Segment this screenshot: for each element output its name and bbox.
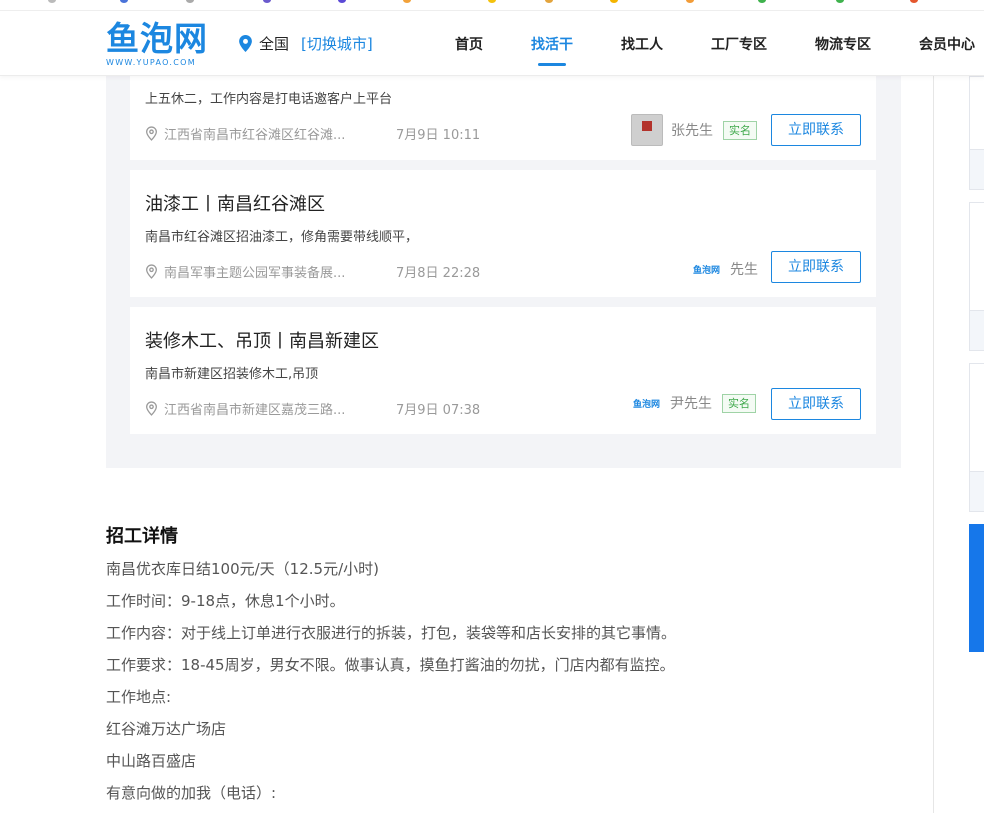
sidebar-card[interactable] <box>969 363 984 512</box>
browser-top-strip <box>0 0 984 11</box>
job-meta: 南昌军事主题公园军事装备展... 7月8日 22:28 <box>145 262 480 281</box>
verified-badge: 实名 <box>722 393 757 413</box>
nav-active-underline <box>538 63 566 66</box>
poster-info: 张先生 实名 <box>631 114 757 146</box>
details-line: 有意向做的加我（电话）: <box>106 784 277 802</box>
location-icon <box>146 264 157 279</box>
nav-factory-zone[interactable]: 工厂专区 <box>711 34 767 54</box>
nav-home[interactable]: 首页 <box>455 34 483 54</box>
logo-domain: WWW.YUPAO.COM <box>106 58 196 67</box>
yupao-mini-logo: 鱼泡网 <box>633 399 661 410</box>
poster-info: 鱼泡网 先生 <box>693 259 758 279</box>
job-card[interactable]: 油漆工丨南昌红谷滩区 南昌市红谷滩区招油漆工，修角需要带线顺平， 南昌军事主题公… <box>130 170 876 297</box>
sidebar-card[interactable] <box>969 76 984 190</box>
nav-find-work[interactable]: 找活干 <box>531 34 573 54</box>
job-time: 7月9日 10:11 <box>396 128 481 143</box>
poster-name: 张先生 <box>671 123 713 139</box>
poster-name: 尹先生 <box>670 396 713 412</box>
site-header: 鱼泡网 WWW.YUPAO.COM 全国 [切换城市] 首页 找活干 找工人 工… <box>0 11 984 76</box>
nav-member-center[interactable]: 会员中心 <box>919 34 975 54</box>
switch-city-link[interactable]: [切换城市] <box>301 33 373 54</box>
job-address: 江西省南昌市新建区嘉茂三路... <box>164 403 346 418</box>
job-meta: 江西省南昌市红谷滩区红谷滩... 7月9日 10:11 <box>145 124 480 143</box>
location-selector: 全国 [切换城市] <box>239 33 373 54</box>
job-title[interactable]: 油漆工丨南昌红谷滩区 <box>145 190 325 216</box>
contact-button[interactable]: 立即联系 <box>771 251 861 283</box>
location-icon <box>146 126 157 141</box>
logo-text: 鱼泡网 <box>106 19 208 58</box>
job-time: 7月8日 22:28 <box>396 266 481 281</box>
job-description: 南昌市新建区招装修木工,吊顶 <box>145 367 319 382</box>
contact-button[interactable]: 立即联系 <box>771 388 861 420</box>
job-address: 南昌军事主题公园军事装备展... <box>164 266 346 281</box>
site-logo[interactable]: 鱼泡网 WWW.YUPAO.COM <box>106 21 212 71</box>
job-address: 江西省南昌市红谷滩区红谷滩... <box>164 128 346 143</box>
right-column-divider <box>933 76 934 813</box>
job-card[interactable]: 上五休二，工作内容是打电话邀客户上平台 江西省南昌市红谷滩区红谷滩... 7月9… <box>130 76 876 160</box>
details-heading: 招工详情 <box>106 526 178 547</box>
poster-name: 先生 <box>730 262 759 278</box>
job-title[interactable]: 装修木工、吊顶丨南昌新建区 <box>145 327 379 353</box>
details-line: 中山路百盛店 <box>106 752 197 770</box>
related-jobs-panel: 上五休二，工作内容是打电话邀客户上平台 江西省南昌市红谷滩区红谷滩... 7月9… <box>106 76 901 468</box>
yupao-mini-logo: 鱼泡网 <box>693 265 721 276</box>
details-line: 南昌优衣库日结100元/天（12.5元/小时) <box>106 560 379 578</box>
poster-avatar <box>631 114 663 146</box>
details-line: 工作时间：9-18点，休息1个小时。 <box>106 592 345 610</box>
details-line: 工作内容：对于线上订单进行衣服进行的拆装，打包，装袋等和店长安排的其它事情。 <box>106 624 677 642</box>
sidebar-blue-banner[interactable] <box>969 524 984 652</box>
details-line: 红谷滩万达广场店 <box>106 720 227 738</box>
location-icon <box>146 401 157 416</box>
nav-find-workers[interactable]: 找工人 <box>621 34 663 54</box>
poster-info: 鱼泡网 尹先生 实名 <box>633 393 757 413</box>
contact-button[interactable]: 立即联系 <box>771 114 861 146</box>
location-pin-icon <box>239 35 252 52</box>
verified-badge: 实名 <box>723 120 757 140</box>
current-location: 全国 <box>259 35 290 53</box>
job-description: 南昌市红谷滩区招油漆工，修角需要带线顺平， <box>145 230 419 245</box>
nav-logistics-zone[interactable]: 物流专区 <box>815 34 871 54</box>
job-card[interactable]: 装修木工、吊顶丨南昌新建区 南昌市新建区招装修木工,吊顶 江西省南昌市新建区嘉茂… <box>130 307 876 434</box>
job-description: 上五休二，工作内容是打电话邀客户上平台 <box>145 92 393 107</box>
details-line: 工作地点: <box>106 688 172 706</box>
job-time: 7月9日 07:38 <box>396 403 481 418</box>
job-meta: 江西省南昌市新建区嘉茂三路... 7月9日 07:38 <box>145 399 480 418</box>
sidebar-card[interactable] <box>969 202 984 351</box>
details-line: 工作要求：18-45周岁，男女不限。做事认真，摸鱼打酱油的勿扰，门店内都有监控。 <box>106 656 675 674</box>
